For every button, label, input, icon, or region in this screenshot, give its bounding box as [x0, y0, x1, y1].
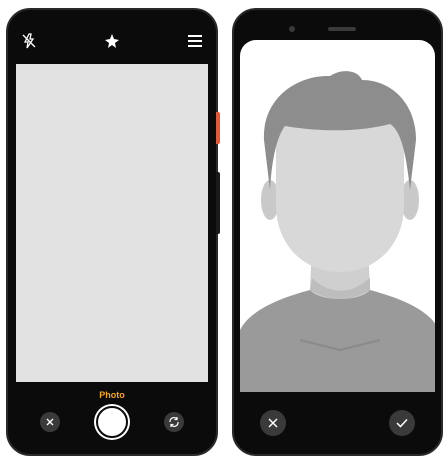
close-icon	[268, 418, 278, 428]
switch-camera-icon	[169, 417, 179, 427]
volume-button	[216, 172, 220, 234]
close-icon	[46, 418, 54, 426]
preview-phone	[232, 8, 443, 456]
person-silhouette-image	[240, 71, 435, 392]
shutter-button[interactable]	[96, 406, 128, 438]
camera-phone: Photo	[6, 8, 218, 456]
mode-label[interactable]: Photo	[16, 390, 208, 400]
front-camera	[289, 26, 295, 32]
speaker-grille	[328, 27, 356, 31]
camera-top-toolbar	[16, 26, 208, 56]
preview-controls	[240, 392, 435, 448]
auto-enhance-icon[interactable]	[99, 28, 125, 54]
power-button	[216, 112, 220, 144]
menu-icon[interactable]	[182, 28, 208, 54]
switch-camera-button[interactable]	[164, 412, 184, 432]
photo-preview	[240, 40, 435, 392]
confirm-button[interactable]	[389, 410, 415, 436]
cancel-button[interactable]	[260, 410, 286, 436]
close-button[interactable]	[40, 412, 60, 432]
camera-controls: Photo	[16, 382, 208, 440]
camera-viewfinder[interactable]	[16, 64, 208, 382]
check-icon	[396, 418, 408, 428]
flash-off-icon[interactable]	[16, 28, 42, 54]
